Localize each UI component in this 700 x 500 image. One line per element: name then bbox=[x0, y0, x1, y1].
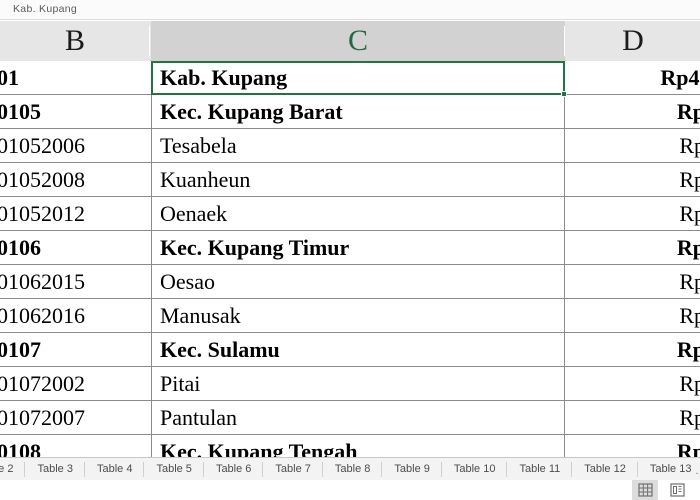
sheet-tab-bar[interactable]: Table 2 Table 3 Table 4 Table 5 Table 6 … bbox=[0, 457, 700, 481]
cell-b[interactable]: 301062016 bbox=[0, 299, 150, 332]
table-row[interactable]: 301 Kab. Kupang Rp4.4 bbox=[0, 61, 700, 95]
cell-d[interactable]: Rp1 bbox=[566, 129, 700, 162]
sheet-tab[interactable]: Table 7 bbox=[263, 457, 324, 481]
table-row[interactable]: 301052008 Kuanheun Rp1 bbox=[0, 163, 700, 197]
cell-b[interactable]: 30106 bbox=[0, 231, 150, 264]
cell-d[interactable]: Rp1 bbox=[566, 401, 700, 434]
status-bar bbox=[0, 480, 700, 500]
cell-c[interactable]: Kuanheun bbox=[151, 163, 565, 196]
cell-d[interactable]: Rp1 bbox=[566, 265, 700, 298]
sheet-tab[interactable]: Table 9 bbox=[382, 457, 443, 481]
table-row[interactable]: 30107 Kec. Sulamu Rp2 bbox=[0, 333, 700, 367]
cell-c[interactable]: Kec. Kupang Timur bbox=[151, 231, 565, 264]
table-row[interactable]: 301052012 Oenaek Rp1 bbox=[0, 197, 700, 231]
tab-overflow-ellipsis[interactable]: ... bbox=[693, 458, 700, 481]
sheet-tab[interactable]: Table 6 bbox=[203, 457, 264, 481]
cell-b[interactable]: 30105 bbox=[0, 95, 150, 128]
table-row[interactable]: 30106 Kec. Kupang Timur Rp2 bbox=[0, 231, 700, 265]
cell-d[interactable]: Rp4.4 bbox=[566, 61, 700, 94]
cell-b[interactable]: 30107 bbox=[0, 333, 150, 366]
cell-c[interactable]: Oenaek bbox=[151, 197, 565, 230]
cell-d[interactable]: Rp1 bbox=[566, 299, 700, 332]
cell-d[interactable]: Rp2 bbox=[566, 333, 700, 366]
sheet-tab[interactable]: Table 13 bbox=[637, 457, 694, 481]
column-header-c[interactable]: C bbox=[151, 21, 565, 61]
normal-view-icon[interactable] bbox=[632, 480, 658, 500]
cell-b[interactable]: 301052008 bbox=[0, 163, 150, 196]
cell-c[interactable]: Kec. Sulamu bbox=[151, 333, 565, 366]
formula-bar[interactable]: Kab. Kupang bbox=[0, 0, 700, 20]
sheet-tab[interactable]: Table 4 bbox=[84, 457, 145, 481]
page-layout-view-icon[interactable] bbox=[664, 480, 690, 500]
table-row[interactable]: 30105 Kec. Kupang Barat Rp4 bbox=[0, 95, 700, 129]
table-row[interactable]: 301052006 Tesabela Rp1 bbox=[0, 129, 700, 163]
column-header-c-letter: C bbox=[347, 24, 368, 57]
cell-c[interactable]: Kab. Kupang bbox=[151, 61, 565, 94]
cell-d[interactable]: Rp4 bbox=[566, 95, 700, 128]
cell-b[interactable]: 301072002 bbox=[0, 367, 150, 400]
cell-c[interactable]: Kec. Kupang Tengah bbox=[151, 435, 565, 457]
sheet-tab[interactable]: Table 11 bbox=[507, 457, 573, 481]
column-header-b[interactable]: B bbox=[0, 21, 150, 61]
table-row[interactable]: 301062016 Manusak Rp1 bbox=[0, 299, 700, 333]
sheet-tab[interactable]: Table 3 bbox=[25, 457, 86, 481]
cell-c[interactable]: Pitai bbox=[151, 367, 565, 400]
column-header-d[interactable]: D bbox=[566, 21, 700, 61]
cell-b[interactable]: 301 bbox=[0, 61, 150, 94]
formula-bar-value: Kab. Kupang bbox=[13, 3, 78, 15]
cell-c[interactable]: Oesao bbox=[151, 265, 565, 298]
cell-c[interactable]: Pantulan bbox=[151, 401, 565, 434]
cell-c[interactable]: Tesabela bbox=[151, 129, 565, 162]
spreadsheet-grid[interactable]: 301 Kab. Kupang Rp4.4 30105 Kec. Kupang … bbox=[0, 61, 700, 457]
cell-d[interactable]: Rp1 bbox=[566, 163, 700, 196]
sheet-tab[interactable]: Table 12 bbox=[572, 457, 638, 481]
sheet-tab[interactable]: Table 8 bbox=[322, 457, 383, 481]
cell-b[interactable]: 301072007 bbox=[0, 401, 150, 434]
table-row[interactable]: 301072007 Pantulan Rp1 bbox=[0, 401, 700, 435]
cell-d[interactable]: Rp2 bbox=[566, 231, 700, 264]
cell-d[interactable]: Rp4 bbox=[566, 435, 700, 458]
table-row[interactable]: 301072002 Pitai Rp1 bbox=[0, 367, 700, 401]
cell-b[interactable]: 30108 bbox=[0, 435, 150, 458]
cell-c[interactable]: Manusak bbox=[151, 299, 565, 332]
cell-b[interactable]: 301062015 bbox=[0, 265, 150, 298]
column-header-b-letter: B bbox=[64, 24, 85, 57]
cell-d[interactable]: Rp1 bbox=[566, 197, 700, 230]
cell-b[interactable]: 301052012 bbox=[0, 197, 150, 230]
sheet-tab[interactable]: Table 5 bbox=[144, 457, 205, 481]
column-divider[interactable] bbox=[149, 26, 150, 56]
sheet-tab[interactable]: Table 10 bbox=[441, 457, 508, 481]
cell-d[interactable]: Rp1 bbox=[566, 367, 700, 400]
column-header-d-letter: D bbox=[622, 24, 644, 57]
cell-b[interactable]: 301052006 bbox=[0, 129, 150, 162]
sheet-tab[interactable]: Table 2 bbox=[0, 457, 26, 481]
fill-handle[interactable] bbox=[561, 91, 567, 97]
column-header-row: B C D bbox=[0, 21, 700, 61]
table-row[interactable]: 301062015 Oesao Rp1 bbox=[0, 265, 700, 299]
table-row[interactable]: 30108 Kec. Kupang Tengah Rp4 bbox=[0, 435, 700, 457]
cell-c[interactable]: Kec. Kupang Barat bbox=[151, 95, 565, 128]
column-divider[interactable] bbox=[564, 26, 565, 56]
